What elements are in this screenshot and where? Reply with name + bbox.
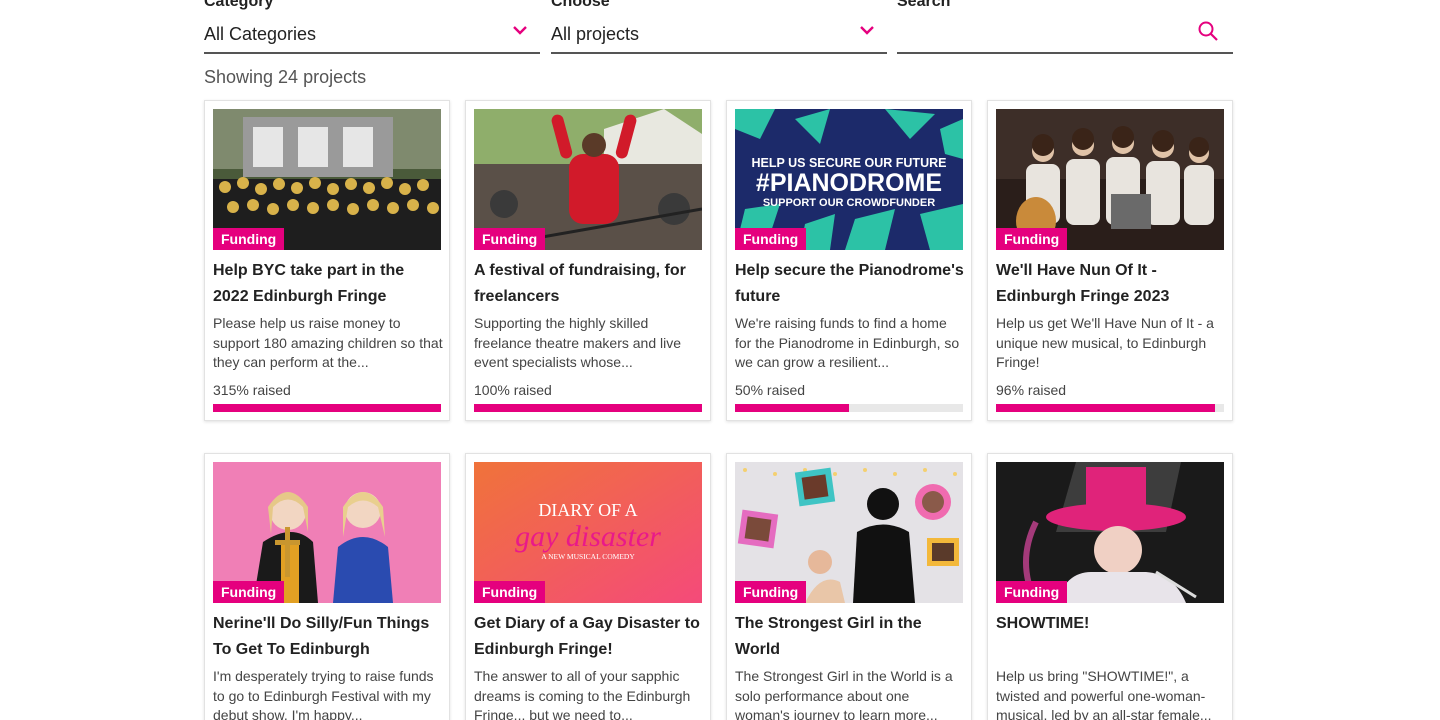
category-value: All Categories	[204, 24, 317, 44]
image-caption-2: #PIANODROME	[756, 169, 942, 197]
search-label: Search	[897, 0, 951, 10]
category-underline	[204, 52, 540, 54]
project-description: The Strongest Girl in the World is a sol…	[735, 668, 953, 720]
choose-select[interactable]: Choose All projects	[551, 0, 887, 54]
category-label: Category	[204, 0, 274, 10]
funding-badge: Funding	[213, 581, 285, 603]
progress-fill	[474, 404, 702, 412]
project-title[interactable]: Help secure the Pianodrome's future	[735, 258, 965, 310]
category-select[interactable]: Category All Categories	[204, 0, 540, 54]
project-description: The answer to all of your sapphic dreams…	[474, 668, 691, 720]
project-card[interactable]: HELP US SECURE OUR FUTURE #PIANODROME SU…	[726, 100, 972, 421]
project-title[interactable]: The Strongest Girl in the World	[735, 611, 965, 663]
progress-fill	[735, 404, 849, 412]
project-description: Help us bring "SHOWTIME!", a twisted and…	[996, 668, 1212, 720]
progress-bar	[735, 404, 963, 412]
raised-text: 96% raised	[996, 382, 1067, 398]
image-caption-1: DIARY OF A	[538, 500, 637, 520]
funding-badge: Funding	[735, 228, 807, 250]
filter-bar: Category All Categories Choose All proje…	[204, 0, 1234, 56]
progress-fill	[996, 404, 1215, 412]
project-description: Please help us raise money to support 18…	[213, 315, 443, 370]
raised-text: 100% raised	[474, 382, 552, 398]
progress-bar	[996, 404, 1224, 412]
search-icon[interactable]	[1197, 20, 1219, 42]
project-description: Supporting the highly skilled freelance …	[474, 315, 681, 370]
progress-bar	[213, 404, 441, 412]
choose-value: All projects	[551, 24, 640, 44]
project-title[interactable]: We'll Have Nun Of It - Edinburgh Fringe …	[996, 258, 1226, 310]
search-field[interactable]: Search	[897, 0, 1233, 54]
funding-badge: Funding	[735, 581, 807, 603]
image-caption-3: SUPPORT OUR CROWDFUNDER	[763, 197, 935, 209]
chevron-down-icon	[513, 26, 527, 35]
results-count: Showing 24 projects	[204, 67, 367, 87]
project-title[interactable]: SHOWTIME!	[996, 611, 1226, 637]
project-card[interactable]: Funding Help BYC take part in the 2022 E…	[204, 100, 450, 421]
chevron-down-icon	[860, 26, 874, 35]
image-caption-3: A NEW MUSICAL COMEDY	[541, 552, 635, 561]
project-title[interactable]: Nerine'll Do Silly/Fun Things To Get To …	[213, 611, 443, 663]
funding-badge: Funding	[213, 228, 285, 250]
choose-label: Choose	[551, 0, 610, 10]
project-description: I'm desperately trying to raise funds to…	[213, 668, 434, 720]
project-card[interactable]: Funding SHOWTIME! Help us bring "SHOWTIM…	[987, 453, 1233, 720]
progress-fill	[213, 404, 441, 412]
raised-text: 50% raised	[735, 382, 806, 398]
project-description: We're raising funds to find a home for t…	[735, 315, 960, 370]
image-caption-2: gay disaster	[515, 520, 661, 553]
project-title[interactable]: Get Diary of a Gay Disaster to Edinburgh…	[474, 611, 704, 663]
project-card[interactable]: DIARY OF A gay disaster A NEW MUSICAL CO…	[465, 453, 711, 720]
choose-underline	[551, 52, 887, 54]
funding-badge: Funding	[474, 228, 546, 250]
funding-badge: Funding	[474, 581, 546, 603]
project-title[interactable]: Help BYC take part in the 2022 Edinburgh…	[213, 258, 443, 310]
project-card[interactable]: Funding We'll Have Nun Of It - Edinburgh…	[987, 100, 1233, 421]
search-underline	[897, 52, 1233, 54]
project-card[interactable]: Funding The Strongest Girl in the World …	[726, 453, 972, 720]
progress-bar	[474, 404, 702, 412]
funding-badge: Funding	[996, 228, 1068, 250]
raised-text: 315% raised	[213, 382, 291, 398]
project-description: Help us get We'll Have Nun of It - a uni…	[996, 315, 1214, 370]
project-card[interactable]: Funding Nerine'll Do Silly/Fun Things To…	[204, 453, 450, 720]
funding-badge: Funding	[996, 581, 1068, 603]
project-card[interactable]: Funding A festival of fundraising, for f…	[465, 100, 711, 421]
project-title[interactable]: A festival of fundraising, for freelance…	[474, 258, 704, 310]
image-caption-1: HELP US SECURE OUR FUTURE	[752, 156, 947, 170]
